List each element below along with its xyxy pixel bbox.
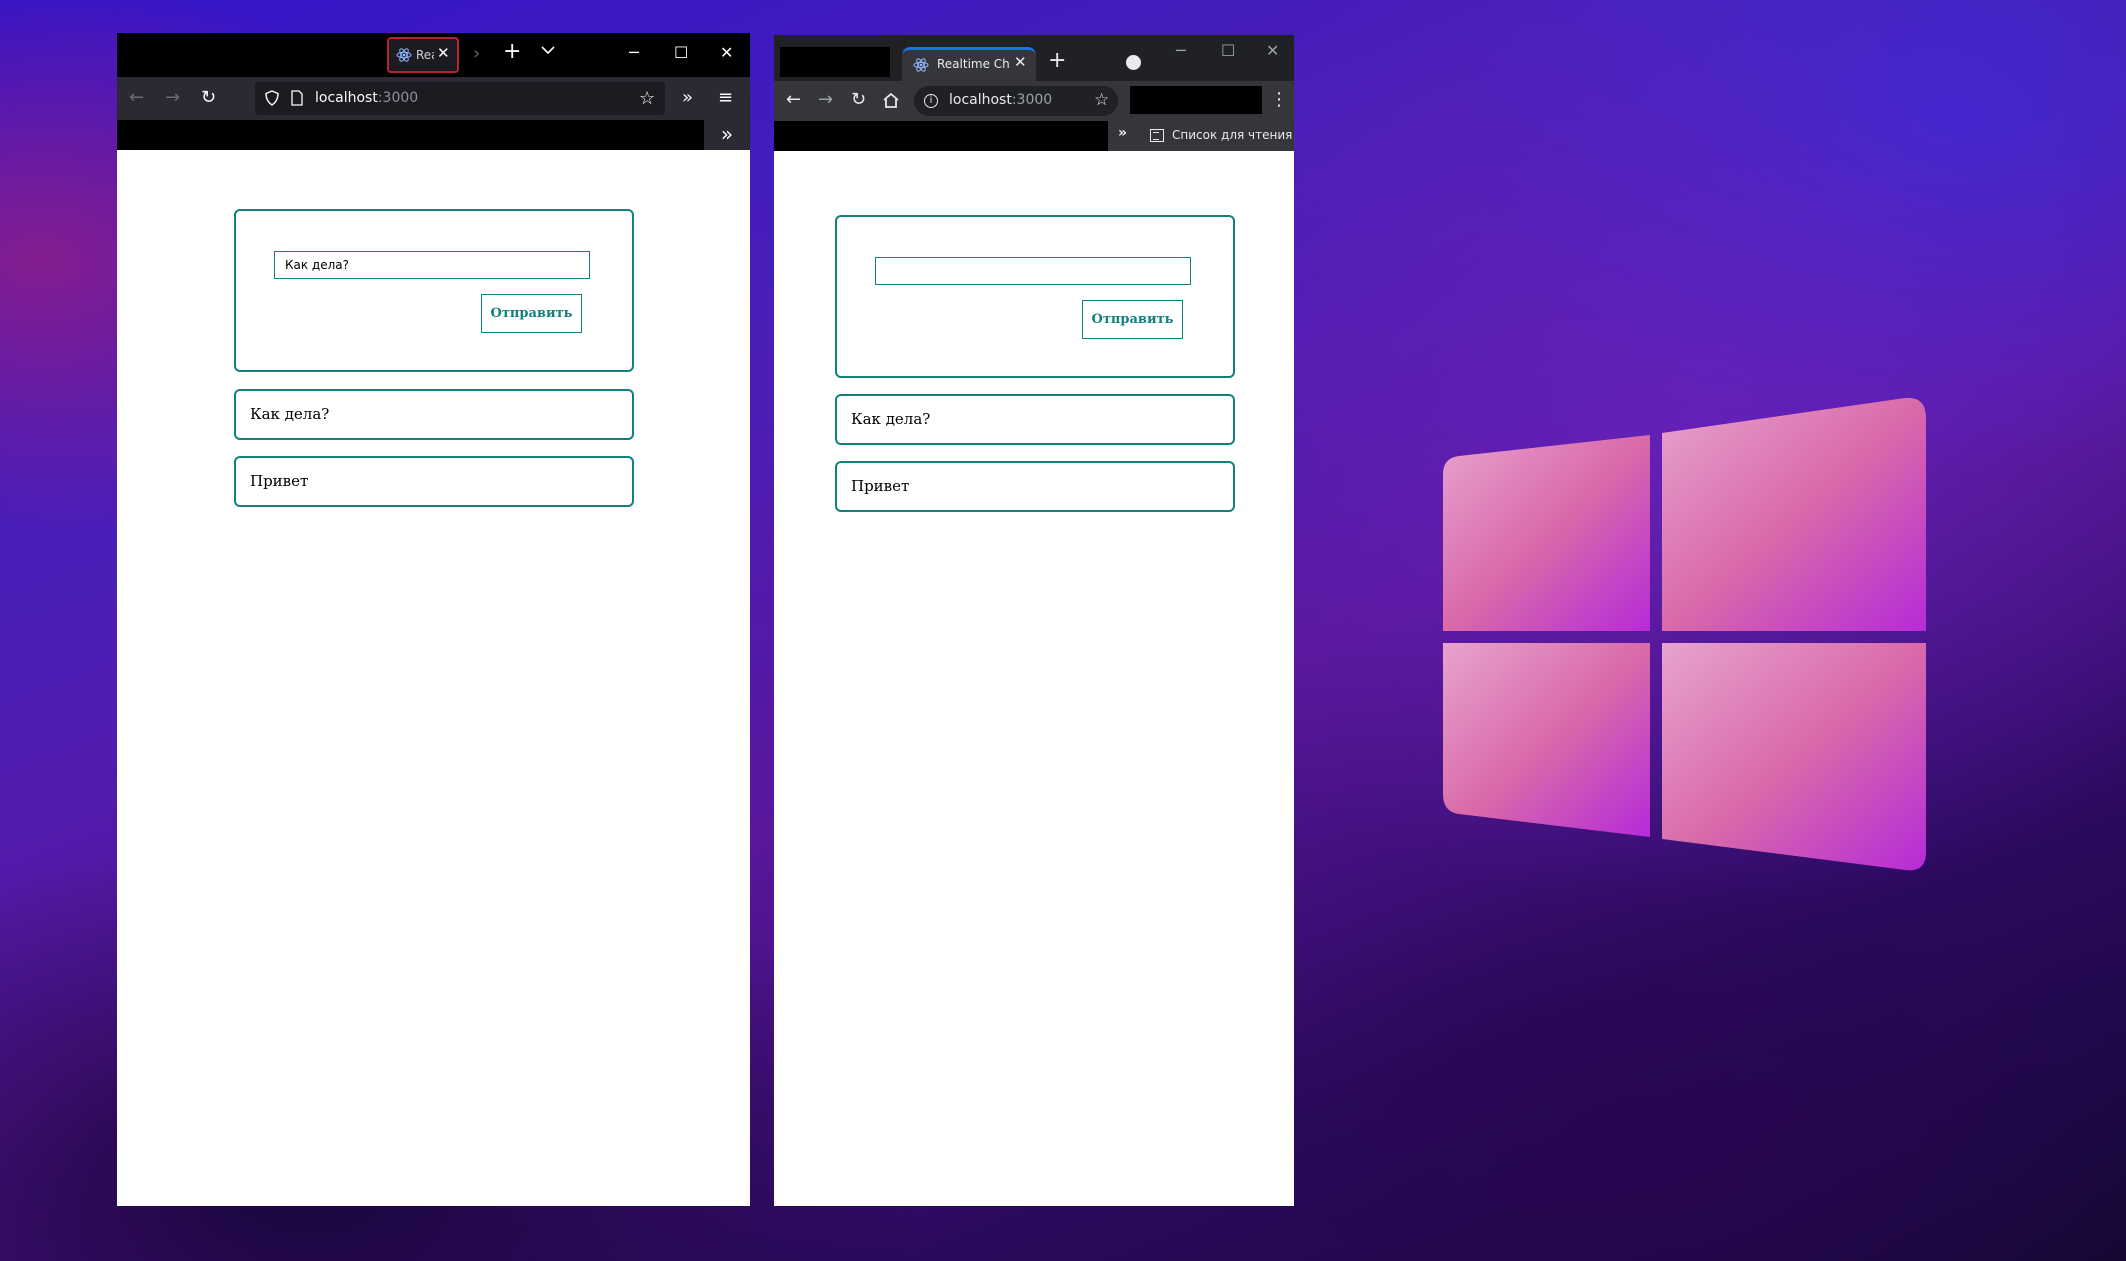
redacted-area — [780, 47, 890, 77]
bookmark-star-icon[interactable]: ☆ — [639, 88, 655, 109]
message-form: Отправить — [835, 215, 1235, 378]
message-item: Как дела? — [234, 389, 634, 440]
browser-tab[interactable]: Rea ✕ — [387, 37, 459, 73]
overflow-icon[interactable]: » — [682, 87, 693, 108]
send-button[interactable]: Отправить — [481, 294, 582, 333]
reading-list-icon[interactable] — [1150, 129, 1164, 142]
back-icon[interactable]: ← — [129, 87, 144, 108]
home-icon[interactable] — [882, 92, 900, 109]
chrome-window: Realtime Cha ✕ + ─ ☐ ✕ ← → ↻ i localhost… — [774, 35, 1294, 1206]
forward-icon[interactable]: → — [165, 87, 180, 108]
message-item: Как дела? — [835, 394, 1235, 445]
tab-title: Realtime Cha — [937, 57, 1009, 71]
minimize-icon[interactable]: ─ — [629, 43, 639, 62]
close-window-icon[interactable]: ✕ — [720, 43, 733, 62]
firefox-nav-bar: ← → ↻ localhost:3000 ☆ » ≡ — [117, 77, 750, 120]
bookmarks-overflow-icon[interactable]: » — [1118, 125, 1127, 141]
message-form: Отправить — [234, 209, 634, 372]
bookmark-star-icon[interactable]: ☆ — [1094, 90, 1109, 110]
bookmarks-overflow-icon[interactable]: » — [704, 120, 750, 150]
close-window-icon[interactable]: ✕ — [1266, 41, 1279, 60]
maximize-icon[interactable]: ☐ — [1221, 41, 1235, 60]
chevron-right-icon[interactable]: › — [473, 43, 480, 64]
chrome-nav-bar: ← → ↻ i localhost:3000 ☆ ⋮ — [774, 81, 1294, 121]
close-tab-icon[interactable]: ✕ — [437, 44, 450, 62]
address-bar[interactable]: localhost:3000 ☆ — [255, 82, 665, 115]
hamburger-menu-icon[interactable]: ≡ — [718, 87, 733, 108]
forward-icon[interactable]: → — [818, 89, 833, 110]
windows-logo-icon — [1443, 397, 1926, 871]
kebab-menu-icon[interactable]: ⋮ — [1270, 89, 1288, 110]
bookmarks-bar: » Список для чтения — [774, 121, 1294, 151]
message-text: Привет — [250, 472, 309, 490]
reload-icon[interactable]: ↻ — [851, 89, 866, 110]
message-input[interactable] — [274, 251, 590, 279]
message-item: Привет — [234, 456, 634, 507]
close-tab-icon[interactable]: ✕ — [1014, 53, 1027, 71]
tab-search-icon[interactable] — [1126, 55, 1141, 70]
react-icon — [913, 58, 929, 72]
react-icon — [396, 48, 412, 62]
new-tab-icon[interactable]: + — [503, 39, 521, 64]
send-button[interactable]: Отправить — [1082, 300, 1183, 339]
browser-tab[interactable]: Realtime Cha ✕ — [902, 47, 1036, 81]
reading-list-button[interactable]: Список для чтения — [1172, 128, 1292, 142]
minimize-icon[interactable]: ─ — [1176, 41, 1186, 60]
new-tab-icon[interactable]: + — [1048, 48, 1066, 73]
tab-title: Rea — [416, 48, 434, 62]
bookmarks-bar: » — [117, 120, 750, 150]
firefox-tab-bar: Rea ✕ › + ─ ☐ ✕ — [117, 33, 750, 77]
firefox-window: Rea ✕ › + ─ ☐ ✕ ← → ↻ localhost:3000 ☆ »… — [117, 33, 750, 1206]
message-text: Привет — [851, 477, 910, 495]
url-text: localhost:3000 — [949, 92, 1053, 108]
address-bar[interactable]: i localhost:3000 ☆ — [914, 86, 1118, 116]
chrome-tab-bar: Realtime Cha ✕ + ─ ☐ ✕ — [774, 35, 1294, 81]
reload-icon[interactable]: ↻ — [201, 87, 216, 108]
redacted-area — [1130, 86, 1262, 114]
url-text: localhost:3000 — [315, 90, 419, 106]
message-input[interactable] — [875, 257, 1191, 285]
page-icon — [291, 90, 303, 106]
back-icon[interactable]: ← — [786, 89, 801, 110]
message-item: Привет — [835, 461, 1235, 512]
reading-list-area: » Список для чтения — [1108, 121, 1294, 151]
maximize-icon[interactable]: ☐ — [674, 43, 688, 62]
info-icon[interactable]: i — [924, 94, 938, 108]
message-text: Как дела? — [250, 405, 330, 423]
tab-list-icon[interactable] — [541, 45, 555, 55]
message-text: Как дела? — [851, 410, 931, 428]
shield-icon — [265, 90, 279, 106]
